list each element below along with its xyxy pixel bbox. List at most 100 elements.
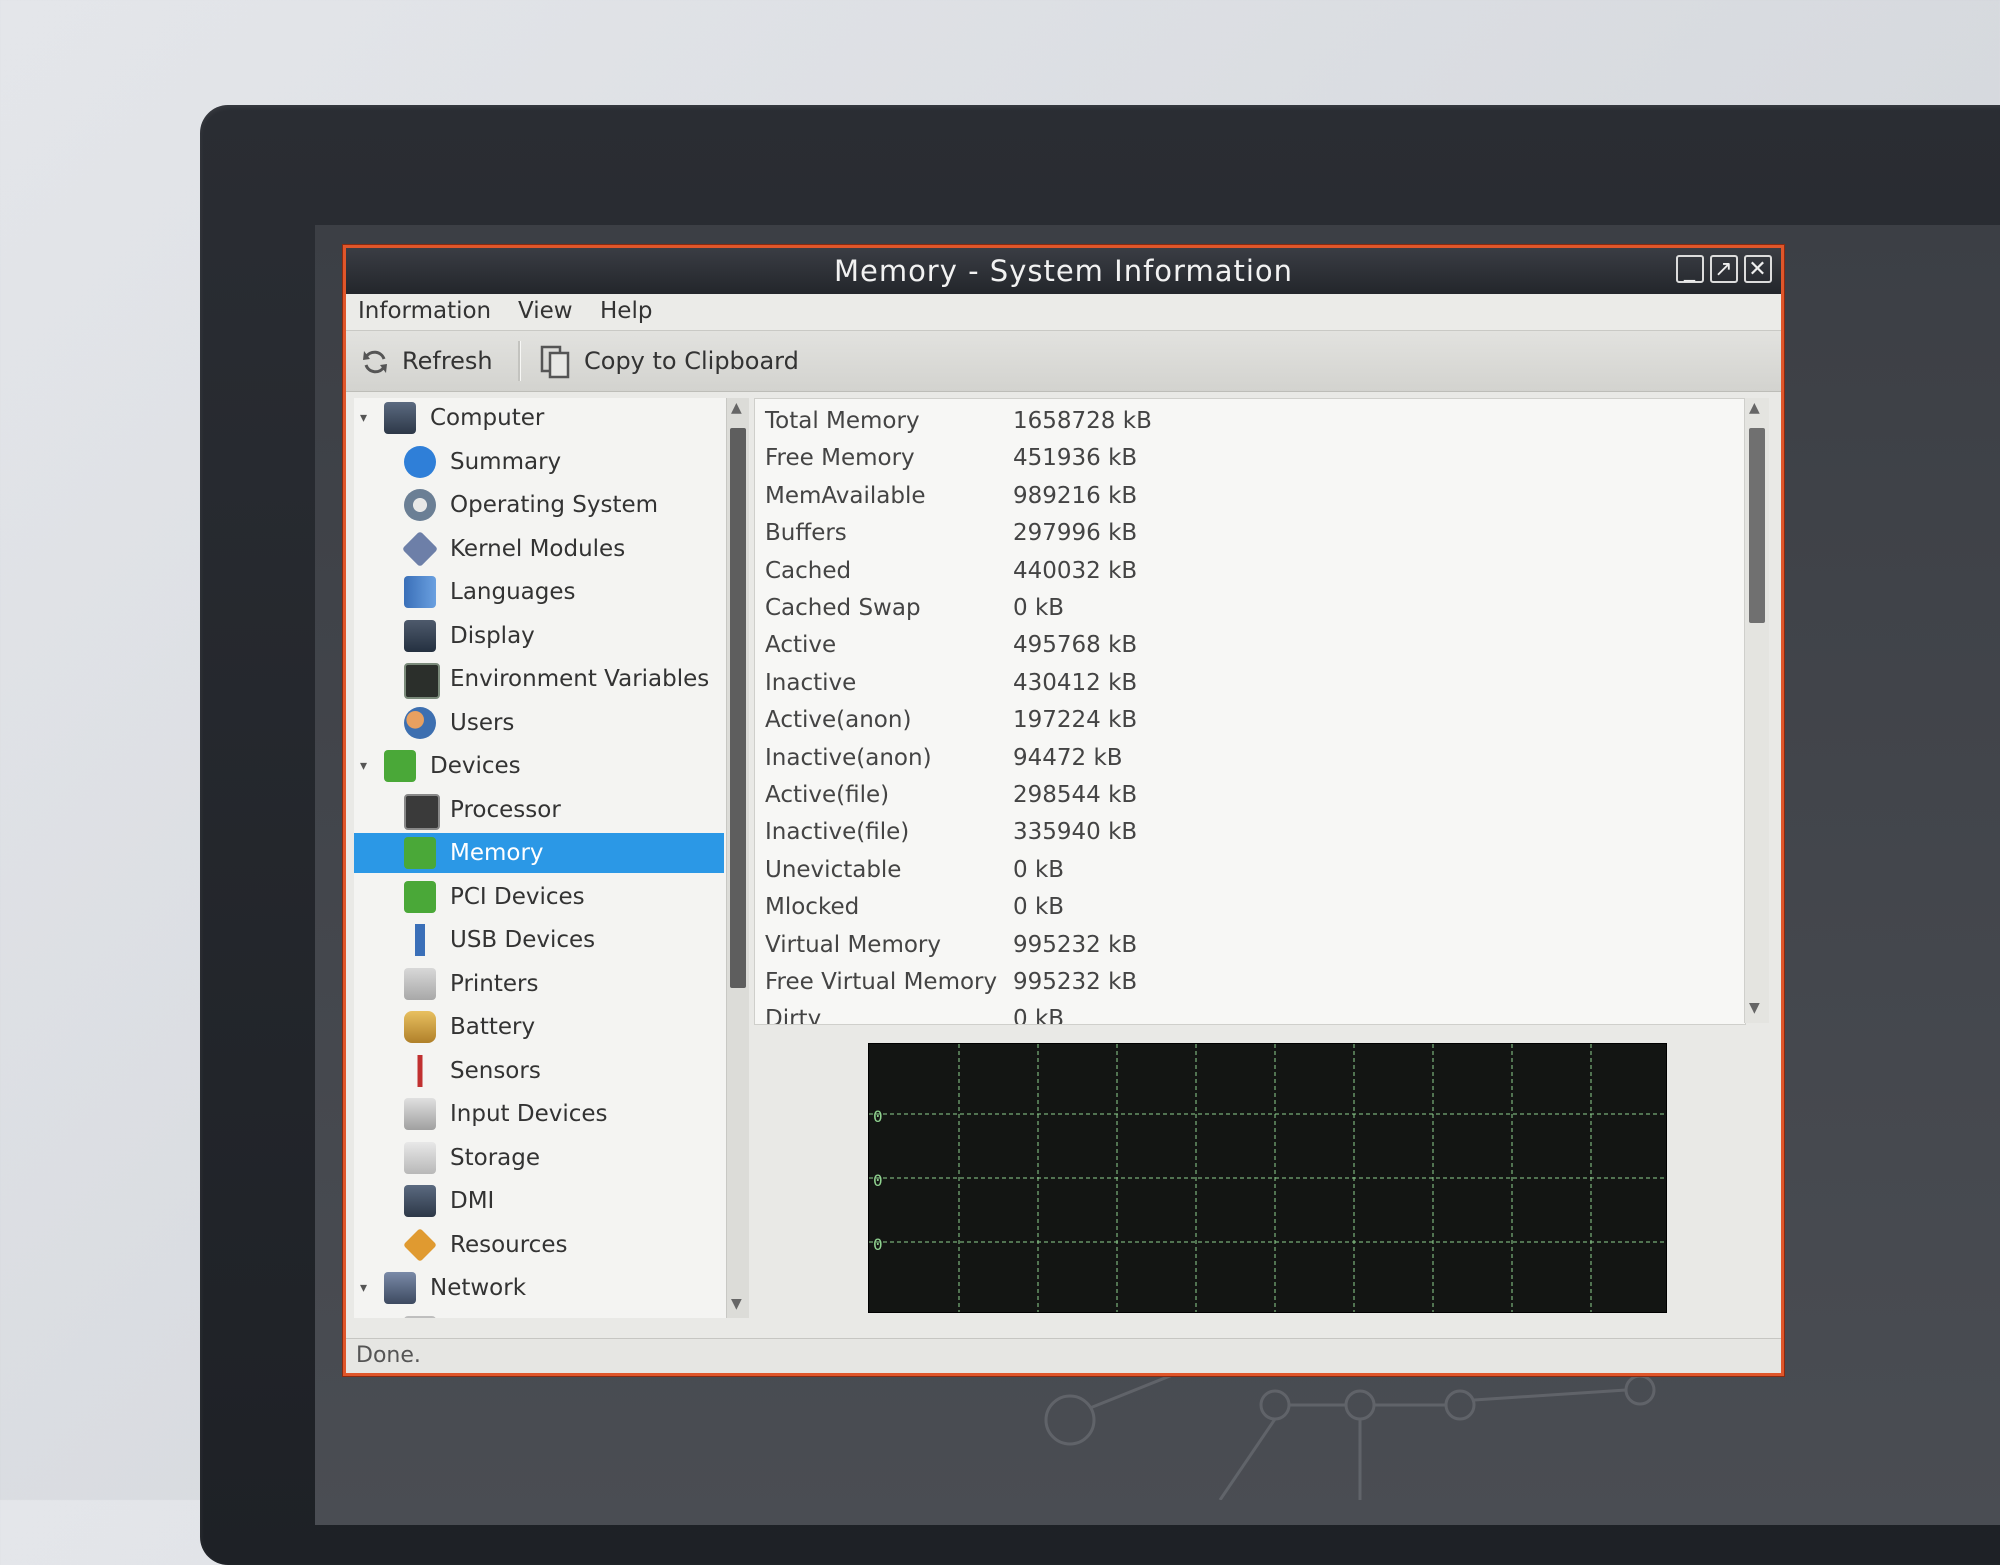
sidebar-item-memory[interactable]: Memory <box>354 833 724 873</box>
memory-row[interactable]: Free Memory 451936 kB <box>755 440 1715 477</box>
memory-icon <box>404 837 436 869</box>
memory-row[interactable]: Virtual Memory 995232 kB <box>755 927 1715 964</box>
minimize-button[interactable]: _ <box>1676 255 1704 283</box>
memory-row-key: Unevictable <box>765 856 902 883</box>
graph-grid: 0 0 0 <box>869 1044 1666 1312</box>
memory-row[interactable]: Dirty 0 kB <box>755 1001 1715 1025</box>
memory-row[interactable]: MemAvailable 989216 kB <box>755 478 1715 515</box>
copy-to-clipboard-button[interactable]: Copy to Clipboard <box>540 341 799 381</box>
sidebar-item-label: Environment Variables <box>450 666 710 692</box>
sidebar-item-label: Memory <box>450 840 544 866</box>
sidebar-item-summary[interactable]: Summary <box>354 442 724 482</box>
memory-row-key: Inactive(anon) <box>765 744 932 771</box>
sidebar-item-environment-variables[interactable]: Environment Variables <box>354 659 724 699</box>
sidebar-item-sensors[interactable]: Sensors <box>354 1051 724 1091</box>
users-icon <box>404 706 436 739</box>
processor-icon <box>404 793 440 830</box>
memory-row-value: 298544 kB <box>1013 782 1138 808</box>
memory-row[interactable]: Total Memory 1658728 kB <box>755 403 1715 440</box>
close-button[interactable]: ✕ <box>1744 255 1772 283</box>
sidebar-item-usb-devices[interactable]: USB Devices <box>354 920 724 960</box>
sidebar-item-label: Sensors <box>450 1057 541 1084</box>
toolbar: Refresh Copy to Clipboard <box>346 331 1781 392</box>
memory-row-value: 995232 kB <box>1013 931 1138 958</box>
sidebar-item-label: Resources <box>450 1231 568 1258</box>
sidebar-item-display[interactable]: Display <box>354 616 724 656</box>
sidebar-item-resources[interactable]: Resources <box>354 1225 724 1265</box>
sidebar-item-printers[interactable]: Printers <box>354 964 724 1004</box>
memory-row[interactable]: Cached Swap 0 kB <box>755 590 1715 627</box>
sidebar-item-computer[interactable]: ▾ Computer <box>354 398 724 438</box>
menu-information[interactable]: Information <box>358 298 491 324</box>
resources-icon <box>403 1227 437 1262</box>
terminal-icon <box>404 663 440 699</box>
graph-y-tick-label: 0 <box>873 1107 883 1126</box>
memory-row[interactable]: Active 495768 kB <box>755 627 1715 664</box>
sidebar-scrollbar-thumb[interactable] <box>730 428 746 988</box>
maximize-button[interactable]: ↗ <box>1710 255 1738 283</box>
memory-row-key: Mlocked <box>765 894 860 921</box>
memory-row[interactable]: Free Virtual Memory 995232 kB <box>755 964 1715 1001</box>
sidebar-scrollbar[interactable]: ▲ ▼ <box>726 398 749 1318</box>
expander-arrow-icon[interactable]: ▾ <box>360 1268 367 1308</box>
memory-row[interactable]: Inactive(file) 335940 kB <box>755 814 1715 851</box>
sidebar-item-label: Devices <box>430 753 521 779</box>
memory-row[interactable]: Buffers 297996 kB <box>755 515 1715 552</box>
expander-arrow-icon[interactable]: ▾ <box>360 398 367 438</box>
sidebar-item-processor[interactable]: Processor <box>354 790 724 830</box>
sidebar-item-operating-system[interactable]: Operating System <box>354 485 724 525</box>
sidebar-item-label: Processor <box>450 796 561 823</box>
sidebar-item-label: Battery <box>450 1014 536 1040</box>
memory-row[interactable]: Unevictable 0 kB <box>755 852 1715 889</box>
memory-row-key: Active <box>765 632 837 659</box>
memory-row[interactable]: Cached 440032 kB <box>755 553 1715 590</box>
memory-row[interactable]: Mlocked 0 kB <box>755 889 1715 926</box>
info-icon <box>404 445 436 478</box>
sidebar-item-label: Printers <box>450 970 539 997</box>
memory-row[interactable]: Active(file) 298544 kB <box>755 777 1715 814</box>
memory-row[interactable]: Active(anon) 197224 kB <box>755 702 1715 739</box>
sidebar-item-kernel-modules[interactable]: Kernel Modules <box>354 529 724 569</box>
memory-details-list: Total Memory 1658728 kB Free Memory 451936 … <box>754 398 1746 1025</box>
memory-row[interactable]: Inactive 430412 kB <box>755 665 1715 702</box>
memory-row-key: Dirty <box>765 1006 822 1025</box>
sidebar-item-network[interactable]: ▾ Network <box>354 1268 724 1308</box>
sidebar-item-storage[interactable]: Storage <box>354 1138 724 1178</box>
sidebar-item-users[interactable]: Users <box>354 703 724 743</box>
sidebar-item-label: PCI Devices <box>450 883 585 910</box>
memory-row-value: 440032 kB <box>1013 557 1138 584</box>
sidebar-item-input-devices[interactable]: Input Devices <box>354 1094 724 1134</box>
memory-row-value: 430412 kB <box>1013 669 1138 696</box>
memory-row[interactable]: Inactive(anon) 94472 kB <box>755 740 1715 777</box>
memory-row-key: Free Virtual Memory <box>765 969 998 995</box>
menu-view[interactable]: View <box>518 298 573 324</box>
refresh-button[interactable]: Refresh <box>360 341 493 381</box>
sidebar-item-label: Users <box>450 709 515 736</box>
printer-icon <box>404 967 436 1000</box>
window-titlebar[interactable]: Memory - System Information _ ↗ ✕ <box>346 248 1781 294</box>
scroll-up-arrow-icon[interactable]: ▲ <box>731 400 742 416</box>
sidebar-item-devices[interactable]: ▾ Devices <box>354 746 724 786</box>
expander-arrow-icon[interactable]: ▾ <box>360 746 367 786</box>
memory-row-key: Active(file) <box>765 782 890 808</box>
details-scroll-down-icon[interactable]: ▼ <box>1749 1000 1760 1016</box>
sidebar-item-label: Interfaces <box>450 1312 565 1319</box>
sidebar-item-battery[interactable]: Battery <box>354 1007 724 1047</box>
memory-usage-graph: 0 0 0 <box>868 1043 1667 1313</box>
sidebar-item-pci-devices[interactable]: PCI Devices <box>354 877 724 917</box>
sidebar-item-dmi[interactable]: DMI <box>354 1181 724 1221</box>
sidebar-tree: ▾ Computer Summary Operating System Kernel M… <box>354 398 734 1318</box>
sidebar-item-label: Languages <box>450 579 576 605</box>
scroll-down-arrow-icon[interactable]: ▼ <box>731 1296 742 1312</box>
sidebar-item-languages[interactable]: Languages <box>354 572 724 612</box>
details-scrollbar-thumb[interactable] <box>1749 428 1765 623</box>
sidebar-item-interfaces[interactable]: Interfaces <box>354 1312 724 1319</box>
memory-row-key: Virtual Memory <box>765 931 942 958</box>
memory-row-value: 0 kB <box>1013 856 1065 883</box>
status-text: Done. <box>356 1343 421 1368</box>
details-scrollbar[interactable]: ▲ ▼ <box>1744 398 1769 1023</box>
details-scroll-up-icon[interactable]: ▲ <box>1749 400 1760 416</box>
input-devices-icon <box>404 1098 436 1130</box>
menu-help[interactable]: Help <box>600 298 652 324</box>
memory-row-value: 995232 kB <box>1013 969 1138 995</box>
